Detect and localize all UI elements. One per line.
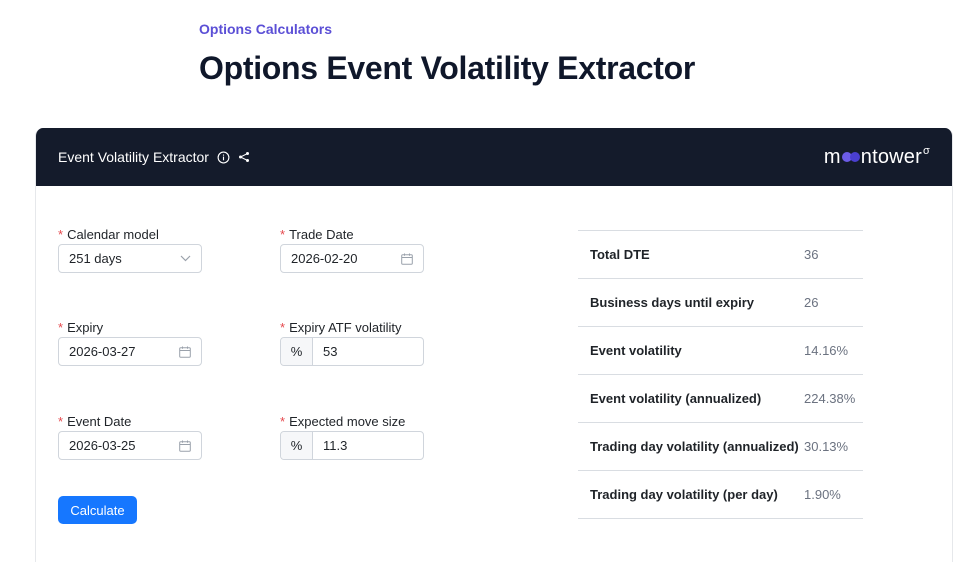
calendar-model-field: * Calendar model 251 days <box>58 227 202 273</box>
result-value: 224.38% <box>804 391 856 406</box>
result-label: Trading day volatility (annualized) <box>590 439 799 454</box>
trade-date-field: * Trade Date 2026-02-20 <box>280 227 424 273</box>
event-date-input[interactable]: 2026-03-25 <box>58 431 202 460</box>
results-row: Business days until expiry 26 <box>578 279 863 327</box>
result-label: Total DTE <box>590 247 650 262</box>
expected-move-input[interactable]: % 11.3 <box>280 431 424 460</box>
expiry-atf-vol-input[interactable]: % 53 <box>280 337 424 366</box>
breadcrumb-eyebrow[interactable]: Options Calculators <box>199 21 332 37</box>
results-row: Event volatility 14.16% <box>578 327 863 375</box>
expected-move-label: * Expected move size <box>280 414 406 429</box>
result-label: Event volatility (annualized) <box>590 391 762 406</box>
trade-date-label: * Trade Date <box>280 227 354 242</box>
results-table: Total DTE 36 Business days until expiry … <box>578 230 863 519</box>
card-header: Event Volatility Extractor m ntower σ <box>36 128 952 186</box>
calendar-icon <box>179 440 191 452</box>
result-value: 36 <box>804 247 819 262</box>
result-label: Trading day volatility (per day) <box>590 487 778 502</box>
info-icon[interactable] <box>217 151 230 164</box>
expiry-value: 2026-03-27 <box>69 344 136 359</box>
result-value: 1.90% <box>804 487 841 502</box>
calendar-icon <box>179 346 191 358</box>
calendar-model-select[interactable]: 251 days <box>58 244 202 273</box>
results-row: Total DTE 36 <box>578 231 863 279</box>
result-value: 30.13% <box>804 439 849 454</box>
card-title: Event Volatility Extractor <box>58 149 209 165</box>
result-label: Event volatility <box>590 343 682 358</box>
event-date-field: * Event Date 2026-03-25 <box>58 414 202 460</box>
event-date-label: * Event Date <box>58 414 132 429</box>
page-title: Options Event Volatility Extractor <box>199 50 695 86</box>
percent-addon: % <box>281 338 313 365</box>
expiry-atf-vol-value: 53 <box>323 344 338 359</box>
expiry-label: * Expiry <box>58 320 104 335</box>
brand-text-post: ntower <box>860 145 922 168</box>
trade-date-value: 2026-02-20 <box>291 251 358 266</box>
calendar-icon <box>401 253 413 265</box>
results-row: Trading day volatility (per day) 1.90% <box>578 471 863 519</box>
event-date-value: 2026-03-25 <box>69 438 136 453</box>
expiry-atf-vol-field: * Expiry ATF volatility % 53 <box>280 320 424 366</box>
results-row: Event volatility (annualized) 224.38% <box>578 375 863 423</box>
result-value: 26 <box>804 295 819 310</box>
trade-date-input[interactable]: 2026-02-20 <box>280 244 424 273</box>
calculator-card: Event Volatility Extractor m ntower σ * C… <box>35 128 953 562</box>
brand-dots-mark <box>841 152 860 162</box>
brand-sigma: σ <box>923 145 930 157</box>
expected-move-value: 11.3 <box>323 438 348 453</box>
calculate-button[interactable]: Calculate <box>58 496 137 524</box>
expiry-input[interactable]: 2026-03-27 <box>58 337 202 366</box>
result-label: Business days until expiry <box>590 295 755 310</box>
expected-move-field: * Expected move size % 11.3 <box>280 414 424 460</box>
results-row: Trading day volatility (annualized) 30.1… <box>578 423 863 471</box>
calendar-model-label: * Calendar model <box>58 227 159 242</box>
share-icon[interactable] <box>238 151 250 163</box>
result-value: 14.16% <box>804 343 849 358</box>
brand-text-pre: m <box>823 145 841 168</box>
expiry-field: * Expiry 2026-03-27 <box>58 320 202 366</box>
chevron-down-icon <box>180 255 191 262</box>
expiry-atf-vol-label: * Expiry ATF volatility <box>280 320 402 335</box>
calendar-model-value: 251 days <box>69 251 122 266</box>
percent-addon: % <box>281 432 313 459</box>
brand-logo: m ntower σ <box>823 145 930 169</box>
